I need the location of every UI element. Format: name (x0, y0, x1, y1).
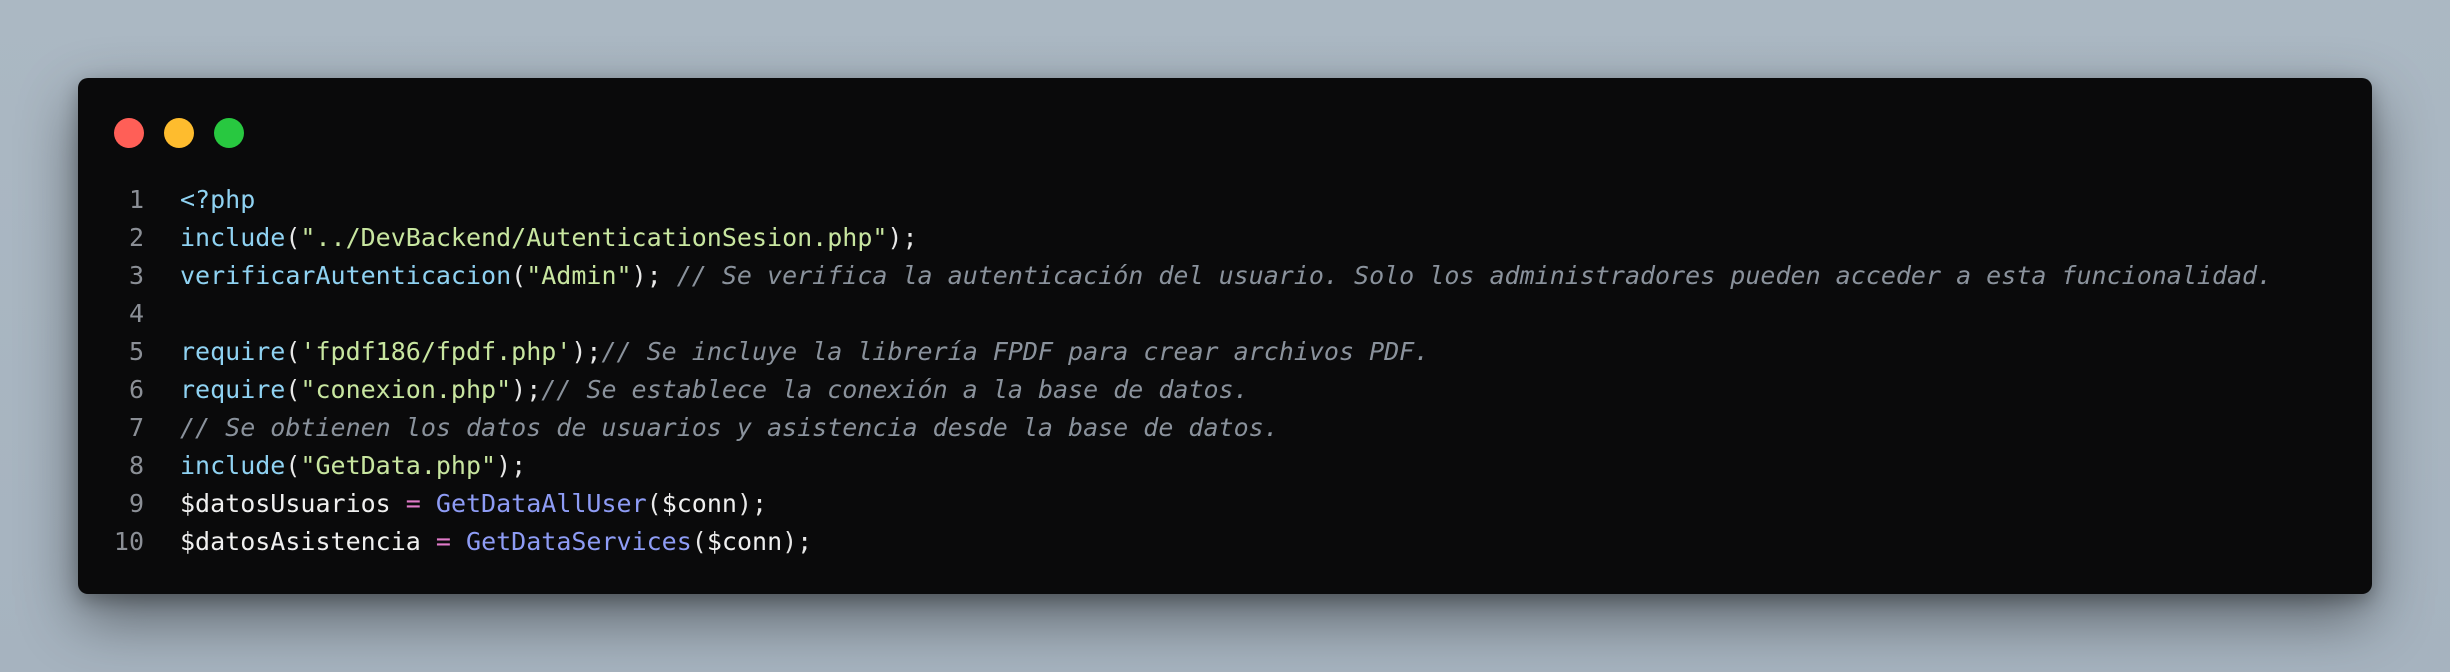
code-line: 10 $datosAsistencia = GetDataServices($co… (78, 523, 2372, 561)
code-token: "GetData.php" (300, 451, 497, 480)
code-token: ); (736, 489, 768, 518)
code-token: "conexion.php" (300, 375, 512, 404)
line-number: 3 (128, 261, 144, 290)
code-line: 3 verificarAutenticacion("Admin"); // Se … (78, 257, 2372, 295)
code-token: ); (496, 451, 527, 480)
code-token: ); (631, 261, 677, 290)
line-source: verificarAutenticacion("Admin"); // Se v… (144, 257, 2272, 295)
code-line: 1 <?php (78, 181, 2372, 219)
code-token: = (405, 489, 421, 518)
code-token: ); (511, 375, 542, 404)
code-token: ); (571, 337, 602, 366)
code-token: verificarAutenticacion (180, 261, 512, 290)
code-line: 8 include("GetData.php"); (78, 447, 2372, 485)
code-token: "Admin" (526, 261, 632, 290)
code-token: ( (646, 489, 662, 518)
code-token: ); (782, 527, 813, 556)
code-token: // Se verifica la autenticación del usua… (676, 261, 2273, 290)
line-number: 6 (128, 375, 144, 404)
line-source: // Se obtienen los datos de usuarios y a… (144, 409, 1279, 447)
line-source: $datosAsistencia = GetDataServices($conn… (144, 523, 812, 561)
code-line: 6 require("conexion.php");// Se establece… (78, 371, 2372, 409)
window-controls (114, 118, 244, 148)
code-token: ( (691, 527, 707, 556)
code-token: = (435, 527, 451, 556)
line-source: include("GetData.php"); (144, 447, 526, 485)
line-source: $datosUsuarios = GetDataAllUser($conn); (144, 485, 767, 523)
code-token: $datosUsuarios (180, 489, 391, 518)
line-number: 10 (113, 527, 144, 556)
code-token: ( (511, 261, 527, 290)
code-block: 1 <?php 2 include("../DevBackend/Autenticat… (78, 181, 2372, 561)
code-token: ( (285, 375, 301, 404)
code-token: <?php (180, 185, 256, 214)
line-source: require('fpdf186/fpdf.php');// Se incluy… (144, 333, 1429, 371)
code-window: 1 <?php 2 include("../DevBackend/Autenticat… (78, 78, 2372, 594)
maximize-button[interactable] (214, 118, 244, 148)
minimize-button[interactable] (164, 118, 194, 148)
line-source: include("../DevBackend/AutenticationSesi… (144, 219, 918, 257)
code-token: // Se incluye la librería FPDF para crea… (601, 337, 1430, 366)
code-line: 4 (78, 295, 2372, 333)
line-number: 8 (128, 451, 144, 480)
code-token: $conn (661, 489, 737, 518)
code-token: require (180, 337, 286, 366)
line-source: <?php (144, 181, 255, 219)
code-line: 2 include("../DevBackend/AutenticationSes… (78, 219, 2372, 257)
code-token: ( (285, 223, 301, 252)
code-token: // Se establece la conexión a la base de… (541, 375, 1249, 404)
code-token: GetDataAllUser (435, 489, 647, 518)
code-token: "../DevBackend/AutenticationSesion.php" (300, 223, 888, 252)
line-source (144, 295, 180, 333)
code-token: require (180, 375, 286, 404)
code-line: 7 // Se obtienen los datos de usuarios y … (78, 409, 2372, 447)
code-token: $conn (706, 527, 783, 556)
line-number: 7 (128, 413, 144, 442)
close-button[interactable] (114, 118, 144, 148)
line-number: 1 (128, 185, 144, 214)
code-token: 'fpdf186/fpdf.php' (300, 337, 572, 366)
line-source: require("conexion.php");// Se establece … (144, 371, 1249, 409)
code-token: ( (285, 451, 301, 480)
code-token: include (180, 223, 286, 252)
code-token: GetDataServices (466, 527, 692, 556)
line-number: 2 (128, 223, 144, 252)
line-number: 9 (128, 489, 144, 518)
code-token: ); (887, 223, 918, 252)
code-line: 9 $datosUsuarios = GetDataAllUser($conn); (78, 485, 2372, 523)
code-token: ( (285, 337, 301, 366)
code-token: $datosAsistencia (180, 527, 421, 556)
line-number: 4 (128, 299, 144, 328)
line-number: 5 (128, 337, 144, 366)
code-line: 5 require('fpdf186/fpdf.php');// Se inclu… (78, 333, 2372, 371)
code-token: include (180, 451, 286, 480)
code-token: // Se obtienen los datos de usuarios y a… (180, 413, 1279, 442)
